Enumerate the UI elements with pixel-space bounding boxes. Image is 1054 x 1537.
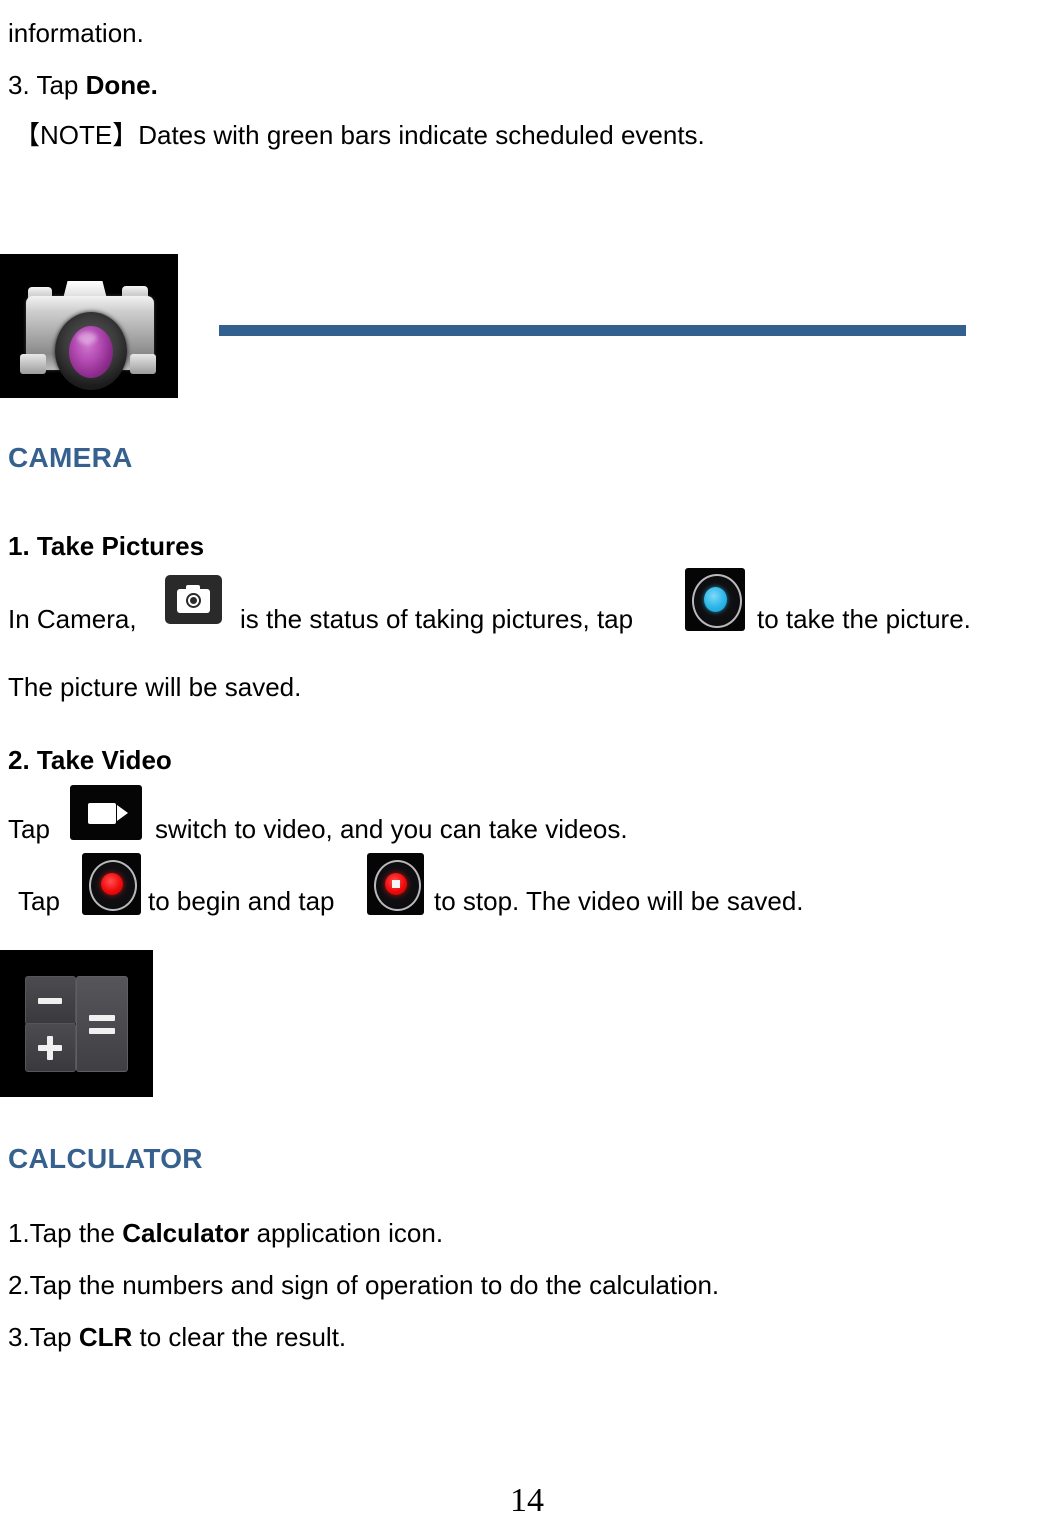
- step-3-done-label: Done.: [85, 70, 158, 100]
- calculator-step-3: 3.Tap CLR to clear the result.: [8, 1322, 346, 1352]
- record-stop-icon[interactable]: [367, 853, 424, 915]
- calculator-step-3-prefix: 3.Tap: [8, 1322, 79, 1352]
- take-video-line-1-part-2: switch to video, and you can take videos…: [155, 814, 628, 844]
- heading-camera: CAMERA: [8, 442, 133, 473]
- record-stop-square: [392, 880, 400, 888]
- calculator-icon-minus-glyph: [38, 998, 62, 1004]
- calculator-icon-equals-glyph-bottom: [89, 1028, 115, 1034]
- take-pictures-line-1-part-1: In Camera,: [8, 604, 137, 634]
- shutter-button-icon[interactable]: [685, 568, 745, 631]
- paragraph-note: 【NOTE】Dates with green bars indicate sch…: [14, 120, 705, 150]
- take-video-line-2-part-1: Tap: [18, 886, 60, 916]
- shutter-button-dot: [704, 587, 727, 612]
- calculator-step-1-suffix: application icon.: [249, 1218, 444, 1248]
- record-start-dot: [101, 873, 123, 895]
- calculator-icon-equals-glyph-top: [89, 1015, 115, 1021]
- camera-section-accent-rule: [219, 325, 966, 336]
- take-pictures-line-2: The picture will be saved.: [8, 672, 302, 702]
- record-start-icon[interactable]: [82, 853, 141, 915]
- take-video-line-2-part-3: to stop. The video will be saved.: [434, 886, 804, 916]
- camera-icon-foot-right: [130, 354, 156, 374]
- calculator-step-2: 2.Tap the numbers and sign of operation …: [8, 1270, 720, 1300]
- camera-app-icon[interactable]: [0, 254, 178, 398]
- photo-mode-icon[interactable]: [165, 575, 222, 624]
- calculator-icon-plus-key: [25, 1023, 76, 1072]
- video-mode-icon[interactable]: [70, 785, 142, 840]
- subheading-take-video: 2. Take Video: [8, 745, 172, 775]
- camera-icon-foot-left: [20, 354, 46, 374]
- camera-icon-lens-highlight: [77, 332, 97, 344]
- subheading-take-pictures: 1. Take Pictures: [8, 531, 205, 561]
- video-mode-icon-lens: [117, 805, 128, 821]
- video-mode-icon-body: [88, 803, 116, 824]
- paragraph-step-3-done: 3. Tap Done.: [8, 70, 158, 100]
- calculator-step-1-app-name: Calculator: [122, 1218, 250, 1248]
- document-page: information. 3. Tap Done. 【NOTE】Dates wi…: [0, 0, 1054, 1537]
- calculator-icon-equals-key: [76, 976, 128, 1072]
- heading-calculator: CALCULATOR: [8, 1143, 203, 1174]
- camera-icon-lens-ring: [55, 312, 127, 390]
- calculator-step-1-prefix: 1.Tap the: [8, 1218, 123, 1248]
- page-number: 14: [510, 1482, 544, 1519]
- calculator-step-1: 1.Tap the Calculator application icon.: [8, 1218, 443, 1248]
- calculator-step-3-clr-label: CLR: [78, 1322, 133, 1352]
- take-video-line-2-part-2: to begin and tap: [148, 886, 335, 916]
- take-pictures-line-1-part-3: to take the picture.: [757, 604, 971, 634]
- calculator-icon-plus-glyph-v: [47, 1036, 53, 1060]
- calculator-app-icon[interactable]: [0, 950, 153, 1097]
- calculator-step-3-suffix: to clear the result.: [132, 1322, 347, 1352]
- calculator-icon-minus-key: [25, 976, 76, 1025]
- photo-mode-icon-lens-core: [190, 597, 197, 604]
- take-video-line-1-part-1: Tap: [8, 814, 50, 844]
- step-3-prefix: 3. Tap: [8, 70, 86, 100]
- paragraph-information: information.: [8, 18, 144, 48]
- take-pictures-line-1-part-2: is the status of taking pictures, tap: [240, 604, 634, 634]
